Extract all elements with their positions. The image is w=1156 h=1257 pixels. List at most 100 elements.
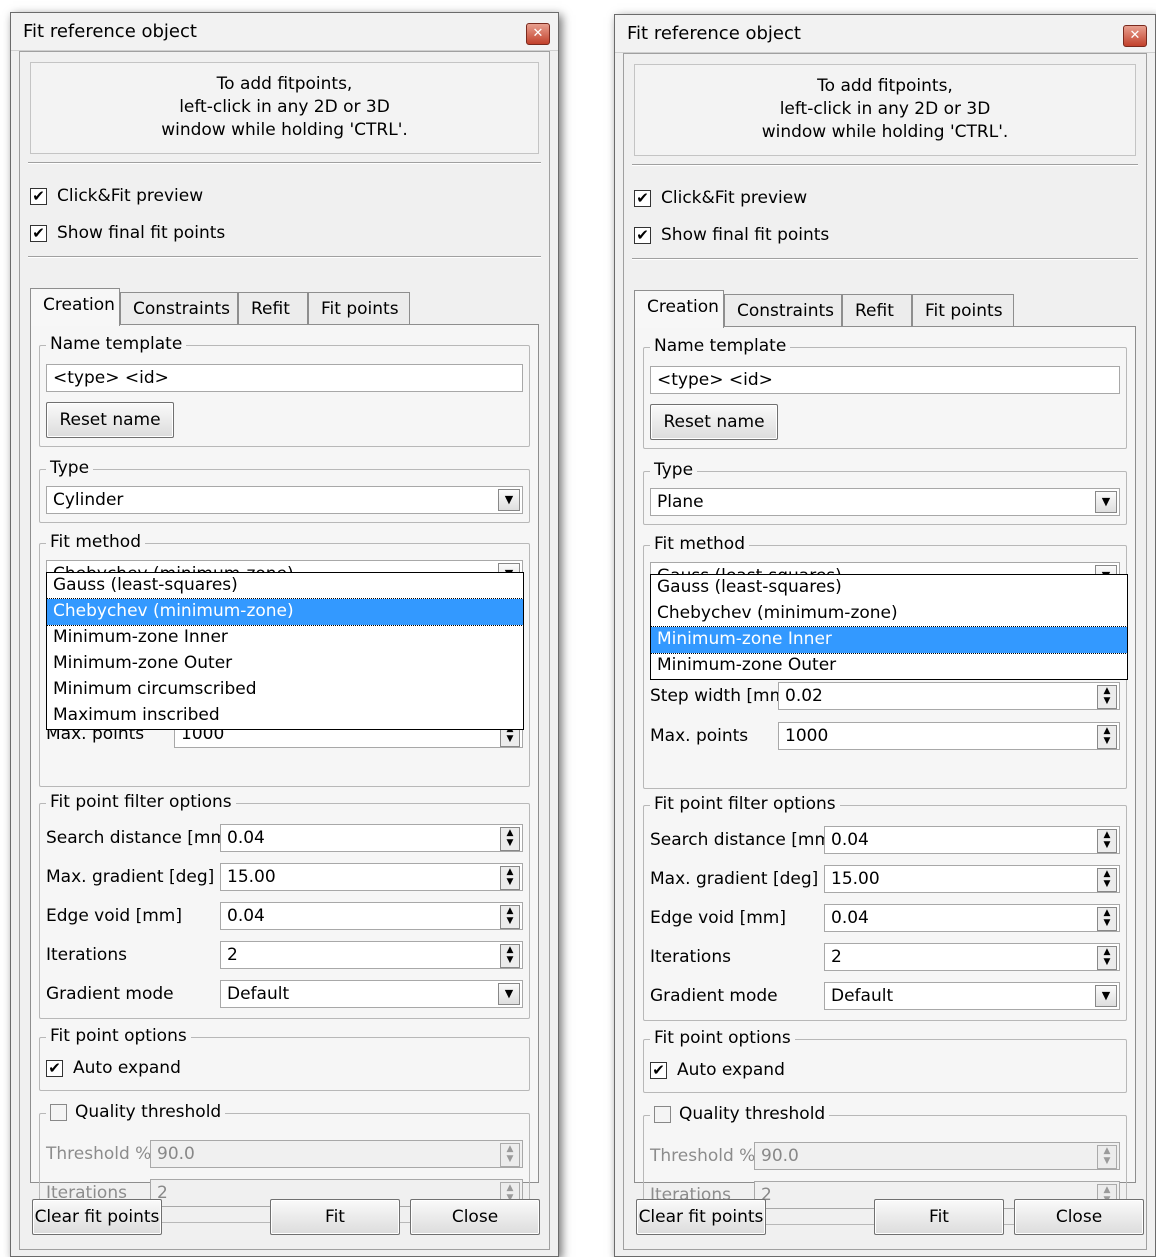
clear-fit-points-button[interactable]: Clear fit points xyxy=(636,1199,766,1235)
check-icon[interactable]: ✔ xyxy=(30,224,47,242)
iterations-input[interactable]: 2 ▲ ▼ xyxy=(824,943,1120,971)
title-bar: Fit reference object ✕ xyxy=(11,13,558,51)
edge-void-input[interactable]: 0.04 ▲ ▼ xyxy=(220,902,523,930)
tab-creation[interactable]: Creation xyxy=(634,290,724,328)
auto-expand-checkbox[interactable]: ✔ Auto expand xyxy=(650,1060,785,1080)
gradient-mode-value: Default xyxy=(227,984,290,1004)
dropdown-option[interactable]: Minimum circumscribed xyxy=(47,677,523,703)
quality-threshold-checkbox[interactable]: Quality threshold xyxy=(46,1102,226,1122)
threshold-input[interactable]: 90.0 ▲ ▼ xyxy=(150,1140,523,1168)
close-button[interactable]: Close xyxy=(410,1199,540,1235)
fit-button[interactable]: Fit xyxy=(270,1199,400,1235)
clear-fit-points-button[interactable]: Clear fit points xyxy=(32,1199,162,1235)
chevron-down-icon[interactable]: ▼ xyxy=(1095,491,1117,513)
close-icon[interactable]: ✕ xyxy=(526,23,550,45)
check-icon[interactable]: ✔ xyxy=(30,187,47,205)
iterations-label: Iterations xyxy=(46,945,127,965)
dropdown-option[interactable]: Maximum inscribed xyxy=(47,703,523,729)
spinner-arrows-icon[interactable]: ▲▼ xyxy=(500,866,520,890)
gradient-mode-select[interactable]: Default ▼ xyxy=(824,982,1120,1010)
chevron-down-icon[interactable]: ▼ xyxy=(1095,985,1117,1007)
spinner-arrows-icon[interactable]: ▲▼ xyxy=(500,905,520,929)
dropdown-option[interactable]: Gauss (least-squares) xyxy=(651,575,1127,601)
tab-constraints[interactable]: Constraints xyxy=(724,294,842,326)
spinner-arrows-icon[interactable]: ▲▼ xyxy=(500,827,520,851)
auto-expand-checkbox[interactable]: ✔ Auto expand xyxy=(46,1058,181,1078)
reset-name-button[interactable]: Reset name xyxy=(650,404,778,440)
click-fit-preview-checkbox[interactable]: ✔ Click&Fit preview xyxy=(634,188,807,208)
spinner-arrows-icon[interactable]: ▲▼ xyxy=(1097,725,1117,749)
max-points-value: 1000 xyxy=(785,726,829,746)
name-template-input[interactable]: <type> <id> xyxy=(46,364,523,392)
search-distance-input[interactable]: 0.04 ▲ ▼ xyxy=(220,824,523,852)
checkbox-label: Click&Fit preview xyxy=(661,188,808,208)
max-gradient-label: Max. gradient [deg] xyxy=(650,869,819,889)
spinner-arrows-icon[interactable]: ▲▼ xyxy=(1097,868,1117,892)
edge-void-input[interactable]: 0.04 ▲ ▼ xyxy=(824,904,1120,932)
spinner-arrows-icon[interactable]: ▲▼ xyxy=(1097,829,1117,853)
fit-reference-dialog: Fit reference object ✕ To add fitpoints,… xyxy=(10,12,559,1257)
dropdown-option[interactable]: Minimum-zone Inner xyxy=(47,625,523,651)
max-gradient-label: Max. gradient [deg] xyxy=(46,867,215,887)
chevron-down-icon[interactable]: ▼ xyxy=(498,489,520,511)
tab-fit-points[interactable]: Fit points xyxy=(912,294,1014,326)
edge-void-value: 0.04 xyxy=(227,906,265,926)
instruction-line: window while holding 'CTRL'. xyxy=(161,120,408,140)
max-gradient-input[interactable]: 15.00 ▲ ▼ xyxy=(824,865,1120,893)
max-gradient-value: 15.00 xyxy=(227,867,276,887)
iterations-value: 2 xyxy=(227,945,238,965)
step-width-input[interactable]: 0.02 ▲ ▼ xyxy=(778,682,1120,710)
show-final-fit-points-checkbox[interactable]: ✔ Show final fit points xyxy=(30,223,225,243)
instructions-box: To add fitpoints, left-click in any 2D o… xyxy=(634,64,1136,156)
group-label: Fit point filter options xyxy=(46,792,236,812)
spinner-arrows-icon[interactable]: ▲▼ xyxy=(1097,946,1117,970)
dropdown-option[interactable]: Minimum-zone Outer xyxy=(651,653,1127,679)
tab-creation[interactable]: Creation xyxy=(30,288,120,326)
spinner-arrows-icon[interactable]: ▲▼ xyxy=(1097,907,1117,931)
close-button[interactable]: Close xyxy=(1014,1199,1144,1235)
dropdown-option[interactable]: Minimum-zone Outer xyxy=(47,651,523,677)
spinner-arrows-icon[interactable]: ▲▼ xyxy=(500,1143,520,1167)
search-distance-input[interactable]: 0.04 ▲ ▼ xyxy=(824,826,1120,854)
dropdown-option[interactable]: Chebychev (minimum-zone) xyxy=(651,601,1127,627)
threshold-input[interactable]: 90.0 ▲ ▼ xyxy=(754,1142,1120,1170)
close-icon[interactable]: ✕ xyxy=(1123,25,1147,47)
search-distance-label: Search distance [mm] xyxy=(650,830,838,850)
fit-reference-dialog: Fit reference object ✕ To add fitpoints,… xyxy=(614,14,1156,1257)
tab-refit[interactable]: Refit xyxy=(842,294,912,326)
check-icon[interactable]: ✔ xyxy=(634,226,651,244)
check-icon[interactable]: ✔ xyxy=(46,1059,63,1077)
name-template-input[interactable]: <type> <id> xyxy=(650,366,1120,394)
edge-void-label: Edge void [mm] xyxy=(46,906,182,926)
fit-method-dropdown-list: Gauss (least-squares) Chebychev (minimum-… xyxy=(46,572,524,730)
tab-refit[interactable]: Refit xyxy=(238,292,308,324)
max-points-input[interactable]: 1000 ▲▼ xyxy=(778,722,1120,750)
threshold-value: 90.0 xyxy=(761,1146,799,1166)
check-icon[interactable] xyxy=(50,1103,67,1121)
fit-button[interactable]: Fit xyxy=(874,1199,1004,1235)
type-select-value: Plane xyxy=(657,492,704,512)
spinner-arrows-icon[interactable]: ▲▼ xyxy=(1097,685,1117,709)
dropdown-option[interactable]: Chebychev (minimum-zone) xyxy=(46,598,524,626)
tab-fit-points[interactable]: Fit points xyxy=(308,292,410,324)
click-fit-preview-checkbox[interactable]: ✔ Click&Fit preview xyxy=(30,186,203,206)
gradient-mode-select[interactable]: Default ▼ xyxy=(220,980,523,1008)
dropdown-option[interactable]: Gauss (least-squares) xyxy=(47,573,523,599)
check-icon[interactable]: ✔ xyxy=(650,1061,667,1079)
max-gradient-input[interactable]: 15.00 ▲ ▼ xyxy=(220,863,523,891)
quality-threshold-checkbox[interactable]: Quality threshold xyxy=(650,1104,830,1124)
instruction-line: left-click in any 2D or 3D xyxy=(779,99,991,119)
type-select[interactable]: Plane ▼ xyxy=(650,488,1120,516)
iterations-input[interactable]: 2 ▲ ▼ xyxy=(220,941,523,969)
group-label: Fit point filter options xyxy=(650,794,840,814)
type-select[interactable]: Cylinder ▼ xyxy=(46,486,523,514)
spinner-arrows-icon[interactable]: ▲▼ xyxy=(1097,1145,1117,1169)
chevron-down-icon[interactable]: ▼ xyxy=(498,983,520,1005)
spinner-arrows-icon[interactable]: ▲▼ xyxy=(500,944,520,968)
show-final-fit-points-checkbox[interactable]: ✔ Show final fit points xyxy=(634,225,829,245)
check-icon[interactable]: ✔ xyxy=(634,189,651,207)
reset-name-button[interactable]: Reset name xyxy=(46,402,174,438)
dropdown-option[interactable]: Minimum-zone Inner xyxy=(650,626,1128,654)
tab-constraints[interactable]: Constraints xyxy=(120,292,238,324)
check-icon[interactable] xyxy=(654,1105,671,1123)
